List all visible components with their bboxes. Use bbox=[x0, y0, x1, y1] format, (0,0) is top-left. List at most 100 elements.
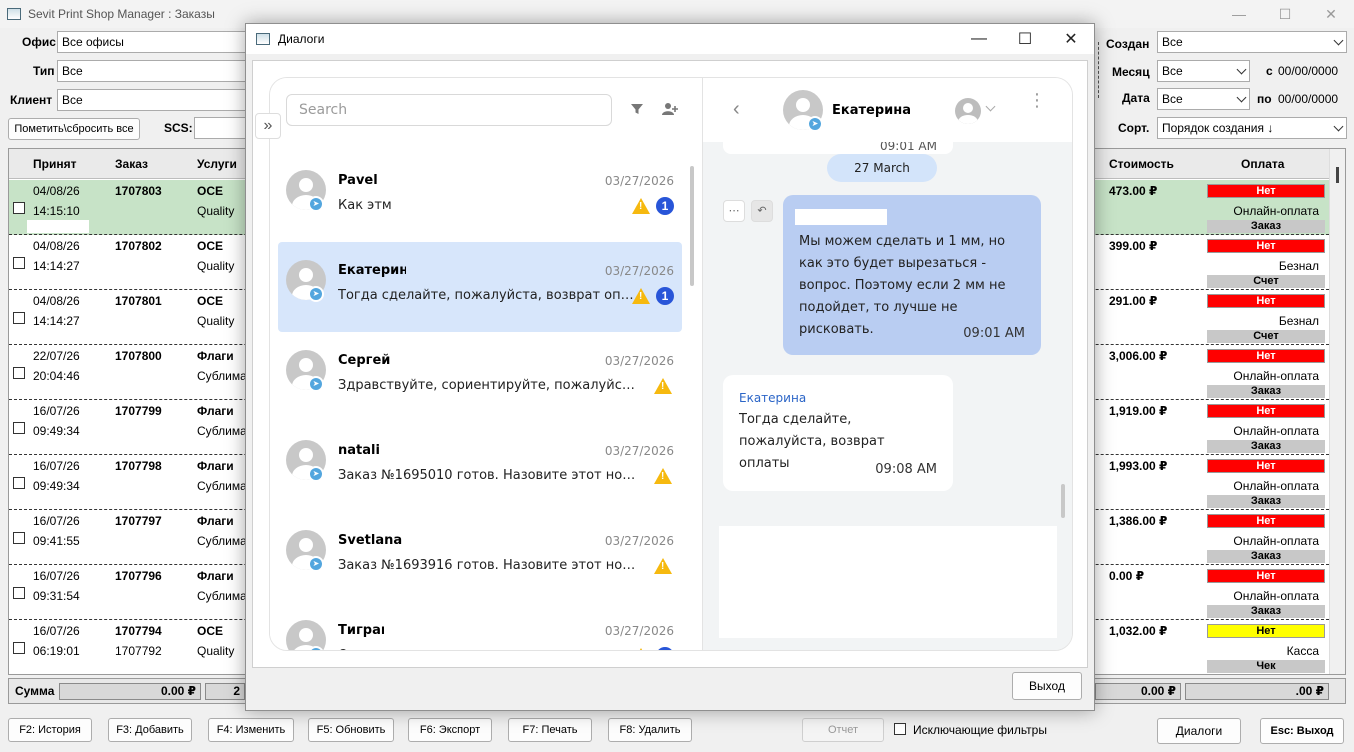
row-checkbox[interactable] bbox=[13, 477, 25, 489]
payment-document-type: Заказ bbox=[1207, 550, 1325, 563]
conversation-item[interactable]: ➤ natali 03/27/2026 Заказ №1695010 готов… bbox=[278, 422, 682, 512]
refresh-button[interactable]: F5: Обновить bbox=[308, 718, 394, 742]
to-date-input[interactable]: 00/00/0000 bbox=[1278, 92, 1338, 106]
close-icon[interactable]: ✕ bbox=[1308, 0, 1354, 28]
edit-button[interactable]: F4: Изменить bbox=[208, 718, 294, 742]
list-scrollbar[interactable] bbox=[690, 166, 694, 286]
exclusive-filters-checkbox[interactable] bbox=[894, 723, 906, 735]
row-checkbox[interactable] bbox=[13, 587, 25, 599]
row-time: 09:31:54 bbox=[33, 589, 80, 603]
row-checkbox[interactable] bbox=[13, 257, 25, 269]
to-label: по bbox=[1257, 92, 1272, 106]
scrollbar-thumb[interactable] bbox=[1336, 167, 1339, 183]
row-service-detail: Quality bbox=[197, 644, 235, 658]
chat-scrollbar[interactable] bbox=[1061, 484, 1065, 518]
row-checkbox[interactable] bbox=[13, 312, 25, 324]
previous-message-time: 09:01 AM bbox=[880, 142, 937, 153]
payment-status-badge: Нет bbox=[1207, 404, 1325, 418]
exit-button[interactable]: Esc: Выход bbox=[1260, 718, 1344, 744]
redacted-sender bbox=[795, 209, 887, 225]
row-cost: 0.00 ₽ bbox=[1109, 569, 1145, 583]
conversation-item[interactable]: ➤ Pavel 03/27/2026 Как этм ! 1 bbox=[278, 152, 682, 242]
mark-all-button[interactable]: Пометить\сбросить все bbox=[8, 118, 140, 140]
unread-count-badge: 1 bbox=[656, 647, 674, 650]
payment-document-type: Чек bbox=[1207, 660, 1325, 673]
message-menu-icon[interactable]: ⋯ bbox=[723, 200, 745, 222]
month-select[interactable]: Все bbox=[1157, 60, 1250, 82]
conversation-item[interactable]: ➤ Екатерина 03/27/2026 Тогда сделайте, п… bbox=[278, 242, 682, 332]
delete-button[interactable]: F8: Удалить bbox=[608, 718, 692, 742]
report-button[interactable]: Отчет bbox=[802, 718, 884, 742]
minimize-icon[interactable]: — bbox=[1216, 0, 1262, 28]
history-button[interactable]: F2: История bbox=[8, 718, 92, 742]
maximize-icon[interactable]: ☐ bbox=[1002, 24, 1048, 54]
payment-method: Онлайн-оплата bbox=[1233, 424, 1319, 438]
payment-document-type: Счет bbox=[1207, 275, 1325, 288]
payment-method: Онлайн-оплата bbox=[1233, 589, 1319, 603]
previous-message-bubble: 09:01 AM bbox=[723, 142, 953, 154]
type-select[interactable]: Все bbox=[57, 60, 247, 82]
row-date: 16/07/26 bbox=[33, 404, 80, 418]
table-scrollbar[interactable] bbox=[1329, 149, 1345, 674]
month-value: Все bbox=[1162, 64, 1183, 78]
row-service: Флаги bbox=[197, 404, 234, 418]
add-button[interactable]: F3: Добавить bbox=[108, 718, 192, 742]
conversation-name: natali bbox=[338, 443, 380, 458]
conversation-item[interactable]: ➤ Тигран 03/27/2026 Ок ! 1 bbox=[278, 602, 682, 650]
close-icon[interactable]: ✕ bbox=[1048, 24, 1094, 54]
row-order-number: 1707797 bbox=[115, 514, 162, 528]
column-cost[interactable]: Стоимость bbox=[1109, 157, 1174, 171]
row-service-detail: Quality bbox=[197, 314, 235, 328]
column-order[interactable]: Заказ bbox=[115, 157, 148, 171]
column-payment[interactable]: Оплата bbox=[1241, 157, 1284, 171]
message-compose-input[interactable] bbox=[719, 526, 1057, 638]
row-service: OCE bbox=[197, 239, 224, 253]
row-checkbox[interactable] bbox=[13, 642, 25, 654]
conversation-name: Сергей bbox=[338, 353, 391, 368]
date-label: Дата bbox=[1122, 91, 1150, 105]
conversation-date: 03/27/2026 bbox=[604, 534, 674, 548]
office-select[interactable]: Все офисы bbox=[57, 31, 247, 53]
back-icon[interactable]: ‹ bbox=[733, 98, 740, 121]
row-date: 16/07/26 bbox=[33, 459, 80, 473]
add-contact-icon[interactable] bbox=[662, 102, 678, 119]
client-select[interactable]: Все bbox=[57, 89, 247, 111]
date-filter-frame bbox=[1098, 42, 1099, 98]
conversation-item[interactable]: ➤ Svetlana 03/27/2026 Заказ №1693916 гот… bbox=[278, 512, 682, 602]
assignee-avatar-icon[interactable] bbox=[955, 98, 981, 124]
row-checkbox[interactable] bbox=[13, 532, 25, 544]
date-select[interactable]: Все bbox=[1157, 88, 1250, 110]
export-button[interactable]: F6: Экспорт bbox=[408, 718, 492, 742]
sort-select[interactable]: Порядок создания ↓ bbox=[1157, 117, 1347, 139]
column-services[interactable]: Услуги bbox=[197, 157, 237, 171]
minimize-icon[interactable]: — bbox=[956, 24, 1002, 54]
date-value: Все bbox=[1162, 92, 1183, 106]
row-checkbox[interactable] bbox=[13, 367, 25, 379]
created-select[interactable]: Все bbox=[1157, 31, 1347, 53]
maximize-icon[interactable]: ☐ bbox=[1262, 0, 1308, 28]
more-options-icon[interactable]: ⋮ bbox=[1028, 91, 1046, 109]
payment-method: Онлайн-оплата bbox=[1233, 204, 1319, 218]
column-accepted[interactable]: Принят bbox=[33, 157, 76, 171]
chat-header: ‹ ➤ Екатерина ⋮ bbox=[703, 78, 1072, 142]
chevron-down-icon[interactable] bbox=[985, 101, 996, 112]
search-input[interactable]: Search bbox=[286, 94, 612, 126]
outgoing-message-text: Мы можем сделать и 1 мм, но как это буде… bbox=[799, 234, 1006, 337]
reply-icon[interactable]: ↶ bbox=[751, 200, 773, 222]
row-checkbox[interactable] bbox=[13, 422, 25, 434]
redacted-field bbox=[27, 220, 89, 233]
dialog-exit-button[interactable]: Выход bbox=[1012, 672, 1082, 700]
filter-icon[interactable] bbox=[630, 102, 644, 119]
telegram-icon: ➤ bbox=[308, 466, 324, 482]
expand-sidebar-icon[interactable]: » bbox=[255, 113, 281, 139]
from-date-input[interactable]: 00/00/0000 bbox=[1278, 64, 1338, 78]
conversation-last-message: Как этм bbox=[338, 198, 392, 213]
dialogs-button[interactable]: Диалоги bbox=[1157, 718, 1241, 744]
row-service-detail: Quality bbox=[197, 204, 235, 218]
scs-input[interactable] bbox=[194, 117, 247, 139]
conversation-item[interactable]: ➤ Сергей 03/27/2026 Здравствуйте, сориен… bbox=[278, 332, 682, 422]
window-title: Sevit Print Shop Manager : Заказы bbox=[28, 7, 215, 21]
row-checkbox[interactable] bbox=[13, 202, 25, 214]
print-button[interactable]: F7: Печать bbox=[508, 718, 592, 742]
row-cost: 1,993.00 ₽ bbox=[1109, 459, 1168, 473]
